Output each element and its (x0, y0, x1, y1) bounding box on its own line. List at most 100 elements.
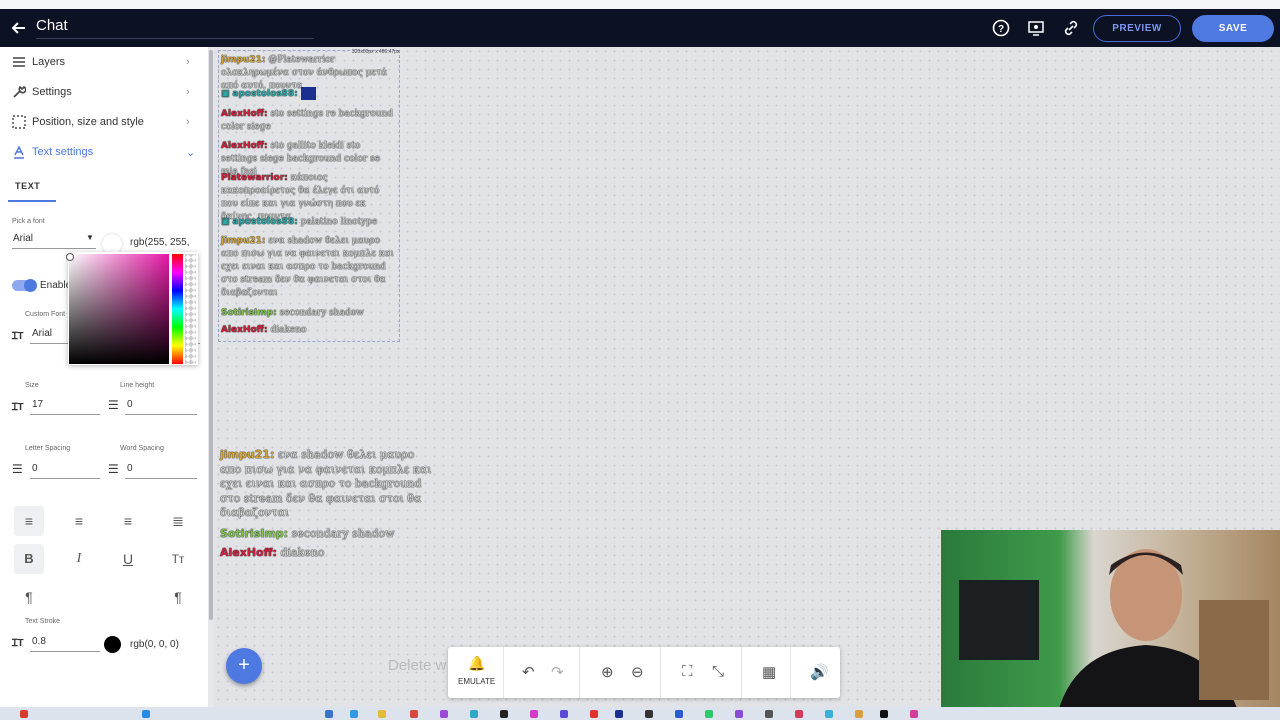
volume-icon[interactable]: 🔊 (810, 663, 829, 681)
underline-button[interactable]: U (113, 544, 143, 574)
chat-username: AlexHoff: (221, 109, 268, 119)
tab-text[interactable]: TEXT (15, 181, 40, 191)
menu-item-layers[interactable]: Layers › (0, 47, 208, 77)
taskbar-app-icon[interactable] (910, 710, 918, 718)
size-input[interactable]: 17 (32, 399, 43, 410)
taskbar-app-icon[interactable] (825, 710, 833, 718)
menu-item-label: Settings (32, 86, 72, 98)
paragraph-right-icon[interactable]: ¶ (163, 582, 193, 612)
chat-username: AlexHoff: (221, 325, 268, 335)
taskbar-app-icon[interactable] (855, 710, 863, 718)
taskbar-app-icon[interactable] (440, 710, 448, 718)
text-color-swatch[interactable] (102, 234, 122, 254)
sidebar-scroll-thumb[interactable] (209, 50, 213, 620)
align-right-button[interactable]: ≡ (113, 506, 143, 536)
preview-chat-message: SotirisImp: secondary shadow (220, 527, 438, 542)
italic-button[interactable]: I (64, 544, 94, 574)
hue-slider[interactable] (172, 254, 183, 364)
undo-icon[interactable]: ↶ (522, 663, 535, 681)
chevron-down-icon: ⌄ (186, 147, 196, 159)
webcam-overlay (941, 530, 1280, 720)
align-left-button[interactable]: ≡ (14, 506, 44, 536)
monitor-settings-icon[interactable] (1027, 19, 1045, 37)
taskbar-app-icon[interactable] (530, 710, 538, 718)
stroke-color-value[interactable]: rgb(0, 0, 0) (130, 639, 179, 650)
text-stroke-input[interactable]: 0.8 (32, 636, 46, 647)
text-color-value[interactable]: rgb(255, 255, (130, 237, 190, 248)
taskbar-app-icon[interactable] (20, 710, 28, 718)
word-spacing-input[interactable]: 0 (127, 463, 133, 474)
align-justify-button[interactable]: ≣ (163, 506, 193, 536)
back-arrow-icon[interactable] (9, 19, 27, 37)
font-size-icon: ꞮT (12, 638, 24, 649)
menu-item-text-settings[interactable]: Text settings ⌄ (0, 137, 208, 167)
grid-icon[interactable]: ▦ (762, 663, 776, 681)
add-element-button[interactable]: + (226, 648, 262, 684)
line-height-label: Line height (120, 382, 155, 389)
emulate-label: EMULATE (458, 677, 496, 686)
taskbar-app-icon[interactable] (500, 710, 508, 718)
chat-message: SotirisImp: secondary shadow (221, 307, 397, 320)
chat-username: apostolos88: (232, 217, 298, 227)
link-icon[interactable] (1062, 19, 1080, 37)
emulate-button[interactable]: 🔔 EMULATE (448, 647, 504, 698)
taskbar-app-icon[interactable] (735, 710, 743, 718)
menu-item-label: Position, size and style (32, 116, 144, 128)
windows-start-icon[interactable] (142, 710, 150, 718)
taskbar-app-icon[interactable] (795, 710, 803, 718)
chat-username: AlexHoff: (220, 546, 277, 559)
page-title[interactable]: Chat (36, 17, 68, 34)
taskbar-app-icon[interactable] (350, 710, 358, 718)
taskbar-app-icon[interactable] (675, 710, 683, 718)
dropdown-arrow-icon[interactable]: ▼ (86, 233, 94, 242)
font-size-icon: ꞮT (12, 331, 24, 342)
letter-spacing-label: Letter Spacing (25, 445, 71, 452)
line-height-input[interactable]: 0 (127, 399, 133, 410)
taskbar-app-icon[interactable] (470, 710, 478, 718)
taskbar-app-icon[interactable] (880, 710, 888, 718)
letter-spacing-input[interactable]: 0 (32, 463, 38, 474)
zoom-in-icon[interactable]: ⊕ (601, 663, 614, 681)
taskbar-app-icon[interactable] (590, 710, 598, 718)
menu-item-settings[interactable]: Settings › (0, 77, 208, 107)
preview-chat-message: jimpu21: ενα shadow θελει μαυρο απο πισω… (220, 448, 438, 521)
fullscreen-icon[interactable]: ⛶ (682, 663, 693, 680)
custom-font-input[interactable]: Arial (32, 328, 52, 339)
alpha-slider[interactable] (185, 254, 196, 364)
menu-item-position-size-style[interactable]: Position, size and style › (0, 107, 208, 137)
align-center-button[interactable]: ≡ (64, 506, 94, 536)
size-underline (30, 414, 100, 415)
chat-text: diakeno (280, 546, 325, 559)
text-transform-button[interactable]: Tт (163, 544, 193, 574)
chevron-right-icon: › (186, 116, 190, 128)
redo-icon[interactable]: ↷ (551, 663, 564, 681)
enable-toggle[interactable] (12, 279, 37, 292)
stroke-color-swatch[interactable] (104, 636, 121, 653)
taskbar-app-icon[interactable] (705, 710, 713, 718)
help-icon[interactable]: ? (992, 19, 1010, 37)
tab-active-indicator (8, 200, 56, 202)
preview-button[interactable]: PREVIEW (1093, 15, 1181, 42)
taskbar-app-icon[interactable] (378, 710, 386, 718)
save-button[interactable]: SAVE (1192, 15, 1274, 42)
picker-cursor[interactable] (66, 253, 74, 261)
taskbar-app-icon[interactable] (325, 710, 333, 718)
taskbar-app-icon[interactable] (410, 710, 418, 718)
paragraph-left-icon[interactable]: ¶ (14, 582, 44, 612)
chat-message: ▣ apostolos88: (221, 87, 397, 101)
bell-icon: 🔔 (468, 655, 486, 671)
saturation-area[interactable] (66, 253, 169, 364)
chat-username: SotirisImp: (220, 527, 289, 540)
color-picker-popover[interactable] (66, 252, 198, 365)
taskbar-app-icon[interactable] (645, 710, 653, 718)
taskbar-app-icon[interactable] (765, 710, 773, 718)
taskbar-app-icon[interactable] (615, 710, 623, 718)
badge-icon: ▣ (221, 89, 230, 99)
taskbar-app-icon[interactable] (560, 710, 568, 718)
toolbar-divider (790, 647, 791, 698)
zoom-out-icon[interactable]: ⊖ (631, 663, 644, 681)
chevron-right-icon: › (186, 56, 190, 68)
font-select[interactable]: Arial (13, 233, 33, 244)
bold-button[interactable]: B (14, 544, 44, 574)
exit-fullscreen-icon[interactable]: ⤡ (712, 663, 724, 680)
